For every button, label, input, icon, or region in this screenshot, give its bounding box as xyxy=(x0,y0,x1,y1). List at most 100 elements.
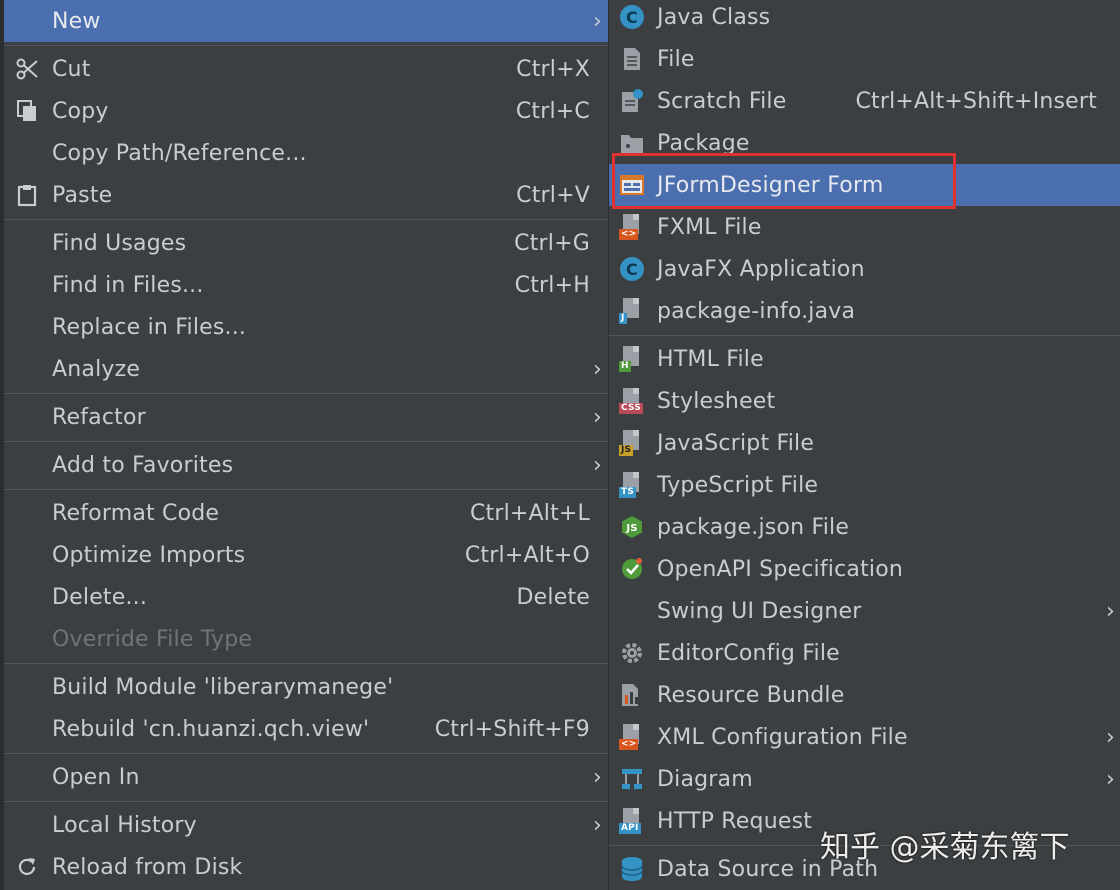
menu-item-find-in-files[interactable]: Find in Files... Ctrl+H xyxy=(4,264,608,306)
css-file-icon: CSS xyxy=(619,388,645,414)
shortcut: Ctrl+G xyxy=(514,230,590,256)
context-menu: New › Cut Ctrl+X Copy Ctrl+C Copy Path/R… xyxy=(4,0,608,890)
submenu-arrow-icon: › xyxy=(1106,598,1115,624)
shortcut: Ctrl+Alt+Shift+Insert xyxy=(855,88,1097,114)
menu-item-file[interactable]: File xyxy=(609,38,1120,80)
separator xyxy=(4,801,608,802)
menu-item-copy-path[interactable]: Copy Path/Reference... xyxy=(4,132,608,174)
menu-item-typescript-file[interactable]: TS TypeScript File xyxy=(609,464,1120,506)
watermark: 知乎 @采菊东篱下 xyxy=(820,830,1070,865)
menu-item-refactor[interactable]: Refactor › xyxy=(4,396,608,438)
html-file-icon: H xyxy=(619,346,645,372)
submenu-arrow-icon: › xyxy=(593,8,602,34)
shortcut: Ctrl+Shift+F9 xyxy=(434,716,590,742)
menu-item-package[interactable]: Package xyxy=(609,122,1120,164)
menu-item-label: Cut xyxy=(52,56,91,82)
file-icon xyxy=(619,46,645,72)
separator xyxy=(609,335,1120,336)
separator xyxy=(4,219,608,220)
menu-item-label: HTTP Request xyxy=(657,808,813,834)
menu-item-java-class[interactable]: C Java Class xyxy=(609,0,1120,38)
menu-item-resource-bundle[interactable]: Resource Bundle xyxy=(609,674,1120,716)
javafx-class-icon: C xyxy=(619,256,645,282)
shortcut: Ctrl+Alt+O xyxy=(464,542,590,568)
shortcut: Delete xyxy=(516,584,590,610)
menu-item-stylesheet[interactable]: CSS Stylesheet xyxy=(609,380,1120,422)
menu-item-reformat-code[interactable]: Reformat Code Ctrl+Alt+L xyxy=(4,492,608,534)
separator xyxy=(4,663,608,664)
menu-item-label: Find Usages xyxy=(52,230,187,256)
menu-item-label: File xyxy=(657,46,695,72)
menu-item-label: Rebuild 'cn.huanzi.qch.view' xyxy=(52,716,370,742)
menu-item-jformdesigner-form[interactable]: JFormDesigner Form xyxy=(609,164,1120,206)
menu-item-label: Optimize Imports xyxy=(52,542,246,568)
menu-item-label: Diagram xyxy=(657,766,753,792)
menu-item-label: Replace in Files... xyxy=(52,314,247,340)
menu-item-label: TypeScript File xyxy=(657,472,819,498)
reload-icon xyxy=(14,854,40,880)
submenu-arrow-icon: › xyxy=(593,404,602,430)
menu-item-label: Paste xyxy=(52,182,113,208)
menu-item-package-json[interactable]: JS package.json File xyxy=(609,506,1120,548)
menu-item-copy[interactable]: Copy Ctrl+C xyxy=(4,90,608,132)
menu-item-javascript-file[interactable]: JS JavaScript File xyxy=(609,422,1120,464)
menu-item-label: FXML File xyxy=(657,214,762,240)
menu-item-scratch-file[interactable]: Scratch File Ctrl+Alt+Shift+Insert xyxy=(609,80,1120,122)
menu-item-html-file[interactable]: H HTML File xyxy=(609,338,1120,380)
menu-item-fxml-file[interactable]: <> FXML File xyxy=(609,206,1120,248)
menu-item-open-in[interactable]: Open In › xyxy=(4,756,608,798)
menu-item-optimize-imports[interactable]: Optimize Imports Ctrl+Alt+O xyxy=(4,534,608,576)
separator xyxy=(4,393,608,394)
menu-item-new[interactable]: New › xyxy=(4,0,608,42)
menu-item-label: Scratch File xyxy=(657,88,787,114)
submenu-arrow-icon: › xyxy=(593,452,602,478)
submenu-arrow-icon: › xyxy=(1106,766,1115,792)
clipboard-icon xyxy=(14,182,40,208)
menu-item-label: Reformat Code xyxy=(52,500,220,526)
database-icon xyxy=(619,856,645,882)
svg-text:JS: JS xyxy=(625,523,637,534)
nodejs-icon: JS xyxy=(619,514,645,540)
menu-item-local-history[interactable]: Local History › xyxy=(4,804,608,846)
menu-item-label: Refactor xyxy=(52,404,146,430)
java-file-icon: J xyxy=(619,298,645,324)
menu-item-delete[interactable]: Delete... Delete xyxy=(4,576,608,618)
scratch-file-icon xyxy=(619,88,645,114)
menu-item-build-module[interactable]: Build Module 'liberarymanege' xyxy=(4,666,608,708)
shortcut: Ctrl+H xyxy=(514,272,590,298)
java-class-icon: C xyxy=(619,4,645,30)
menu-item-label: package.json File xyxy=(657,514,850,540)
menu-item-override-file-type: Override File Type xyxy=(4,618,608,660)
menu-item-xml-config[interactable]: <> XML Configuration File › xyxy=(609,716,1120,758)
gear-icon xyxy=(619,640,645,666)
menu-item-label: JavaScript File xyxy=(657,430,815,456)
separator xyxy=(4,45,608,46)
js-file-icon: JS xyxy=(619,430,645,456)
submenu-arrow-icon: › xyxy=(1106,724,1115,750)
menu-item-label: Swing UI Designer xyxy=(657,598,862,624)
fxml-file-icon: <> xyxy=(619,214,645,240)
menu-item-label: Resource Bundle xyxy=(657,682,845,708)
menu-item-find-usages[interactable]: Find Usages Ctrl+G xyxy=(4,222,608,264)
menu-item-label: Add to Favorites xyxy=(52,452,234,478)
menu-item-label: Stylesheet xyxy=(657,388,776,414)
menu-item-add-to-favorites[interactable]: Add to Favorites › xyxy=(4,444,608,486)
menu-item-label: package-info.java xyxy=(657,298,856,324)
menu-item-paste[interactable]: Paste Ctrl+V xyxy=(4,174,608,216)
menu-item-replace-in-files[interactable]: Replace in Files... xyxy=(4,306,608,348)
menu-item-package-info[interactable]: J package-info.java xyxy=(609,290,1120,332)
menu-item-diagram[interactable]: Diagram › xyxy=(609,758,1120,800)
menu-item-editorconfig[interactable]: EditorConfig File xyxy=(609,632,1120,674)
menu-item-analyze[interactable]: Analyze › xyxy=(4,348,608,390)
menu-item-openapi[interactable]: OpenAPI Specification xyxy=(609,548,1120,590)
menu-item-rebuild[interactable]: Rebuild 'cn.huanzi.qch.view' Ctrl+Shift+… xyxy=(4,708,608,750)
menu-item-label: Build Module 'liberarymanege' xyxy=(52,674,394,700)
menu-item-swing-ui-designer[interactable]: Swing UI Designer › xyxy=(609,590,1120,632)
scissors-icon xyxy=(14,56,40,82)
menu-item-label: JFormDesigner Form xyxy=(657,172,884,198)
openapi-icon xyxy=(619,556,645,582)
menu-item-label: Open In xyxy=(52,764,140,790)
menu-item-reload-from-disk[interactable]: Reload from Disk xyxy=(4,846,608,888)
menu-item-javafx-application[interactable]: C JavaFX Application xyxy=(609,248,1120,290)
menu-item-cut[interactable]: Cut Ctrl+X xyxy=(4,48,608,90)
